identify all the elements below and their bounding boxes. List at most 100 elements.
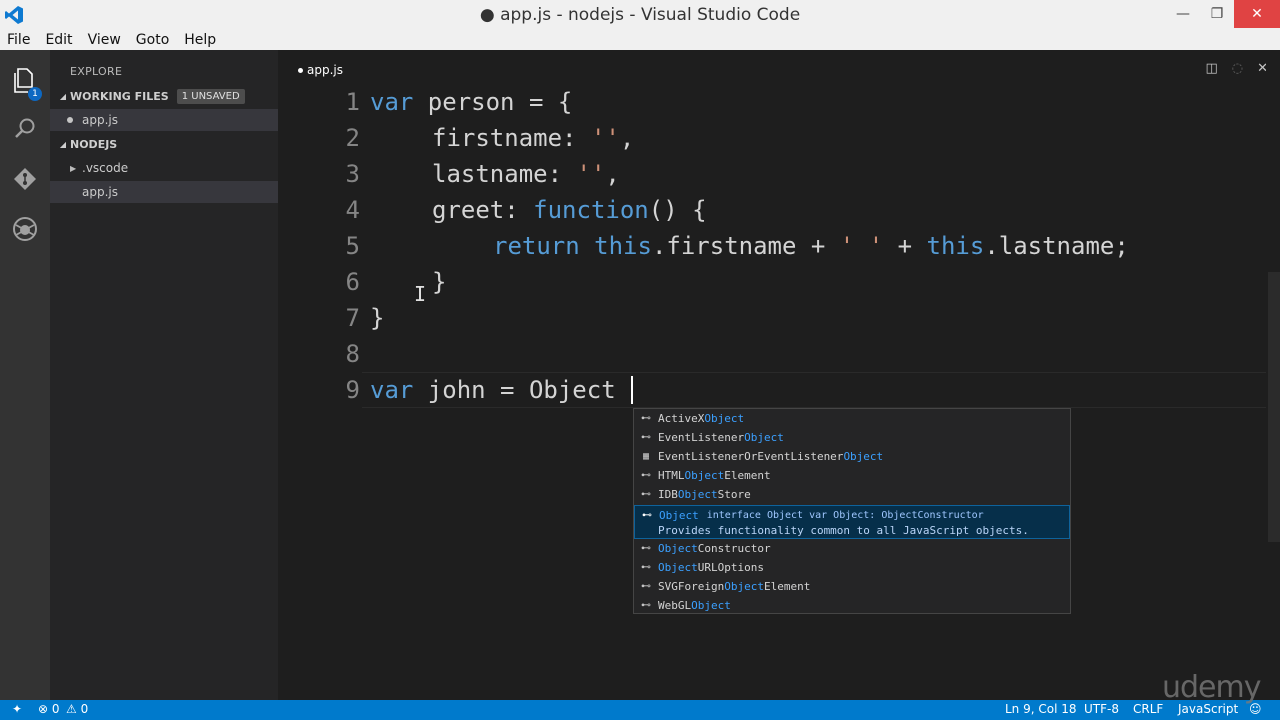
warnings-indicator[interactable]: ⚠ 0 [66, 702, 88, 716]
error-count: 0 [51, 702, 60, 716]
code-text: .firstname + [651, 232, 840, 260]
code-line-5: return this.firstname + ' ' + this.lastn… [493, 228, 1129, 264]
code-text: john = Object [413, 376, 616, 404]
suggestion-type-detail: interface Object var Object: ObjectConst… [706, 510, 984, 521]
suggestion-match: Object [744, 431, 784, 444]
eol-indicator[interactable]: CRLF [1133, 702, 1163, 716]
sidebar-title: EXPLORE [70, 65, 123, 78]
menu-view[interactable]: View [81, 32, 129, 48]
suggestion-match: Object [659, 509, 699, 522]
suggestion-text: Constructor [697, 542, 771, 555]
code-line-9: var john = Object [370, 372, 616, 408]
suggestion-item[interactable]: ⊷ WebGL Object [634, 596, 1070, 615]
working-files-label: WORKING FILES [70, 89, 169, 103]
project-header[interactable]: ◢ NODEJS [50, 133, 278, 155]
keyword: this [926, 232, 985, 260]
working-files-header[interactable]: ◢ WORKING FILES 1 UNSAVED [50, 85, 278, 107]
activity-git[interactable] [0, 154, 50, 204]
editor-scrollbar[interactable] [1266, 50, 1280, 700]
remote-icon[interactable]: ✦ [12, 702, 22, 716]
code-line-7: } [370, 304, 385, 332]
explorer-badge: 1 [28, 87, 42, 101]
code-text: person = { [413, 88, 573, 116]
status-bar: ✦ ⊗ 0 ⚠ 0 Ln 9, Col 18 UTF-8 CRLF JavaSc… [0, 700, 1280, 720]
suggestion-text: URLOptions [697, 561, 764, 574]
unsaved-badge: 1 UNSAVED [176, 88, 245, 104]
line-number: 6 [345, 268, 360, 296]
collapse-triangle-icon: ◢ [59, 139, 67, 149]
interface-icon: ⊷ [641, 600, 651, 611]
working-file-app-js[interactable]: app.js [50, 109, 278, 131]
scrollbar-thumb[interactable] [1268, 272, 1280, 542]
line-number: 2 [345, 124, 360, 152]
activity-debug[interactable] [0, 204, 50, 254]
suggestion-item[interactable]: ⊷ EventListener Object [634, 428, 1070, 447]
code-text: , [605, 160, 620, 188]
suggestion-text: EventListener [658, 431, 745, 444]
open-changes-icon[interactable]: ◌ [1232, 61, 1243, 76]
unsaved-dot-icon [298, 67, 303, 73]
string-literal: '' [590, 124, 620, 152]
suggestion-item[interactable]: ⊷ SVGForeign Object Element [634, 577, 1070, 596]
interface-icon: ⊷ [641, 489, 651, 500]
folder-vscode[interactable]: ▶ .vscode [50, 157, 278, 179]
line-number: 3 [345, 160, 360, 188]
suggestion-item[interactable]: ▦ EventListenerOrEventListener Object [634, 447, 1070, 466]
suggestion-text: ActiveX [658, 412, 705, 425]
menu-help[interactable]: Help [177, 32, 224, 48]
vscode-window: ● app.js - nodejs - Visual Studio Code —… [0, 0, 1280, 720]
editor-actions: ◫ ◌ ✕ [1205, 61, 1268, 76]
error-icon: ⊗ [38, 702, 49, 716]
suggestion-text: WebGL [658, 599, 692, 612]
suggestion-match: Object [677, 488, 718, 501]
suggestion-match: Object [704, 412, 745, 425]
close-button[interactable]: ✕ [1234, 0, 1280, 28]
unsaved-dot-icon [67, 117, 73, 123]
tab-label: app.js [307, 63, 343, 77]
activity-search[interactable] [0, 104, 50, 154]
code-text: firstname: [432, 124, 591, 152]
string-literal: '' [576, 160, 606, 188]
errors-indicator[interactable]: ⊗ 0 [38, 702, 60, 716]
ibeam-cursor-icon: I [414, 282, 427, 306]
file-label: app.js [82, 185, 118, 199]
code-line-1: var person = { [370, 84, 572, 120]
suggestion-documentation: Provides functionality common to all Jav… [658, 524, 1029, 537]
suggestion-item[interactable]: ⊷ HTML Object Element [634, 466, 1070, 485]
suggestion-item[interactable]: ⊷ ActiveX Object [634, 409, 1070, 428]
keyword: return [493, 232, 580, 260]
interface-icon: ⊷ [641, 432, 651, 443]
minimize-button[interactable]: — [1166, 0, 1200, 28]
suggestion-item[interactable]: ⊷ Object Constructor [634, 539, 1070, 558]
suggestion-match: Object [684, 469, 725, 482]
title-bar: ● app.js - nodejs - Visual Studio Code —… [0, 0, 1280, 30]
cursor-position[interactable]: Ln 9, Col 18 [1005, 702, 1077, 716]
project-label: NODEJS [70, 137, 118, 151]
suggestion-item[interactable]: ⊷ Object URLOptions [634, 558, 1070, 577]
search-icon [15, 118, 35, 138]
interface-icon: ⊷ [641, 470, 651, 481]
activity-explorer[interactable]: 1 [0, 56, 50, 106]
menu-goto[interactable]: Goto [129, 32, 177, 48]
keyword: var [370, 376, 414, 404]
keyword: function [533, 196, 649, 224]
menu-edit[interactable]: Edit [38, 32, 80, 48]
suggestion-item-selected[interactable]: ⊷ Object interface Object var Object: Ob… [634, 505, 1070, 539]
collapse-triangle-icon: ◢ [59, 91, 67, 101]
encoding-indicator[interactable]: UTF-8 [1084, 702, 1119, 716]
tab-app-js[interactable]: app.js [298, 63, 343, 77]
interface-icon: ⊷ [642, 510, 652, 521]
code-text: , [619, 124, 635, 152]
working-file-label: app.js [82, 113, 118, 127]
file-app-js[interactable]: app.js [50, 181, 278, 203]
suggestion-item[interactable]: ⊷ IDB Object Store [634, 485, 1070, 504]
interface-icon: ⊷ [641, 543, 651, 554]
split-editor-icon[interactable]: ◫ [1205, 61, 1217, 76]
code-text: lastname: [432, 160, 577, 188]
suggestion-match: Object [658, 561, 698, 574]
interface-icon: ⊷ [641, 581, 651, 592]
suggestion-text: IDB [658, 488, 678, 501]
menu-file[interactable]: File [0, 32, 38, 48]
maximize-button[interactable]: ❐ [1200, 0, 1234, 28]
